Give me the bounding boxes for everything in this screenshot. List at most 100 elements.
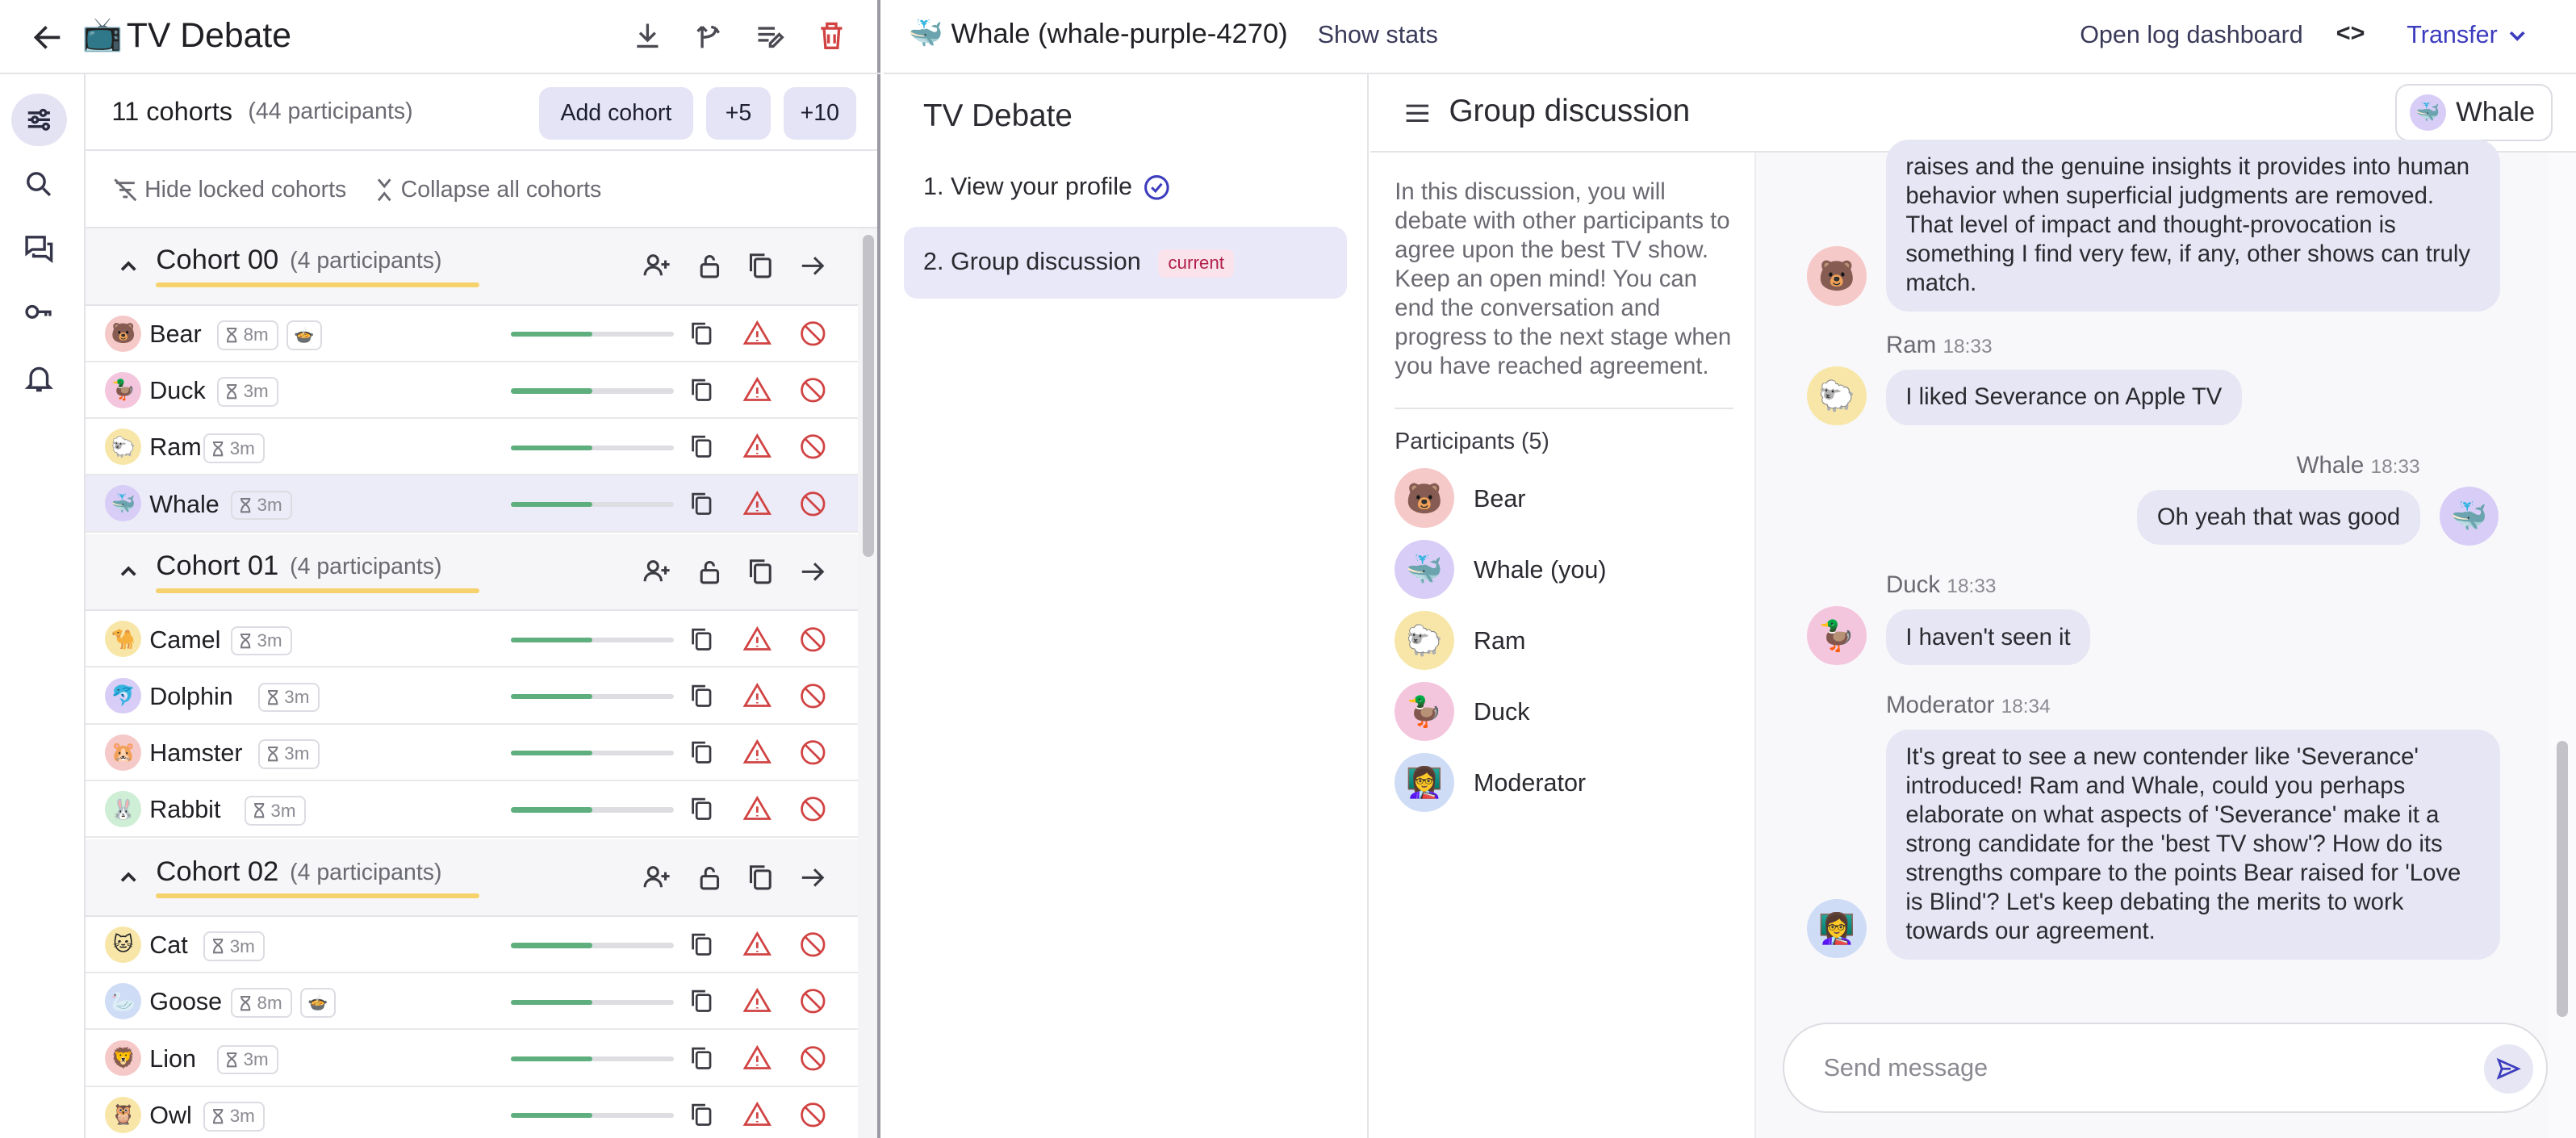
add-participant-icon[interactable] <box>641 249 674 282</box>
warning-icon[interactable] <box>742 681 772 711</box>
ban-icon[interactable] <box>798 489 828 519</box>
chevron-up-icon[interactable] <box>119 562 138 581</box>
ban-icon[interactable] <box>798 319 828 349</box>
participant-row[interactable]: 🐳 Whale 3m <box>85 475 858 533</box>
participant-row[interactable]: 🦉 Owl 3m <box>85 1086 858 1138</box>
copy-icon[interactable] <box>687 1100 717 1130</box>
settings-sliders-icon[interactable] <box>11 94 68 147</box>
code-icon[interactable]: <> <box>2336 19 2365 48</box>
copy-icon[interactable] <box>687 794 717 824</box>
bell-icon[interactable] <box>11 352 67 404</box>
copy-icon[interactable] <box>687 1044 717 1073</box>
participant-chip[interactable]: 🐳 Whale <box>2394 83 2553 142</box>
collapse-all-label: Collapse all cohorts <box>400 176 602 203</box>
copy-icon[interactable] <box>687 432 717 462</box>
copy-icon[interactable] <box>687 738 717 768</box>
arrow-right-icon[interactable] <box>797 249 830 282</box>
participant-row[interactable]: 🦆 Duck 3m <box>85 362 858 420</box>
warning-icon[interactable] <box>742 625 772 655</box>
participant-row[interactable]: 🐬 Dolphin 3m <box>85 667 858 725</box>
participant-avatar: 🐱 <box>105 927 142 963</box>
ban-icon[interactable] <box>798 1044 828 1073</box>
back-arrow-icon[interactable] <box>30 19 66 56</box>
nav-item-profile[interactable]: 1. View your profile <box>904 151 1348 224</box>
copy-icon[interactable] <box>744 861 777 894</box>
cohort-scrollbar[interactable] <box>857 228 878 1138</box>
ban-icon[interactable] <box>798 432 828 462</box>
copy-icon[interactable] <box>687 319 717 349</box>
add-participant-icon[interactable] <box>641 861 674 894</box>
cohort-progress-underline <box>156 282 480 288</box>
cohort-header[interactable]: Cohort 01 (4 participants) <box>85 533 858 612</box>
add-10-button[interactable]: +10 <box>784 86 856 140</box>
add-participant-icon[interactable] <box>641 555 674 588</box>
arrow-right-icon[interactable] <box>797 555 830 588</box>
add-5-button[interactable]: +5 <box>706 86 771 140</box>
message-input[interactable]: Send message <box>1782 1023 2549 1114</box>
warning-icon[interactable] <box>742 986 772 1016</box>
hide-locked-toggle[interactable]: Hide locked cohorts <box>111 176 346 204</box>
copy-icon[interactable] <box>744 555 777 588</box>
warning-icon[interactable] <box>742 432 772 462</box>
copy-icon[interactable] <box>687 489 717 519</box>
delete-icon[interactable] <box>813 18 850 54</box>
lock-icon[interactable] <box>693 555 726 588</box>
lock-icon[interactable] <box>693 249 726 282</box>
ban-icon[interactable] <box>798 375 828 405</box>
warning-icon[interactable] <box>742 930 772 960</box>
ban-icon[interactable] <box>798 681 828 711</box>
warning-icon[interactable] <box>742 1044 772 1073</box>
cohort-header[interactable]: Cohort 00 (4 participants) <box>85 228 858 306</box>
warning-icon[interactable] <box>742 794 772 824</box>
participant-row[interactable]: 🐰 Rabbit 3m <box>85 780 858 839</box>
menu-icon[interactable] <box>1403 98 1432 128</box>
arrow-right-icon[interactable] <box>797 861 830 894</box>
scrollbar-thumb[interactable] <box>2556 741 2568 1018</box>
warning-icon[interactable] <box>742 489 772 519</box>
participant-row[interactable]: 🐱 Cat 3m <box>85 916 858 974</box>
ban-icon[interactable] <box>798 794 828 824</box>
participant-name: Lion <box>149 1044 196 1073</box>
copy-icon[interactable] <box>744 249 777 282</box>
participant-row[interactable]: 🐻 Bear 8m 🍲 <box>85 305 858 362</box>
scrollbar-thumb[interactable] <box>862 235 874 558</box>
lock-icon[interactable] <box>693 861 726 894</box>
show-stats-button[interactable]: Show stats <box>1318 21 1438 49</box>
ban-icon[interactable] <box>798 738 828 768</box>
cohort-header[interactable]: Cohort 02 (4 participants) <box>85 839 858 917</box>
copy-icon[interactable] <box>687 375 717 405</box>
fork-icon[interactable] <box>692 18 728 54</box>
chevron-up-icon[interactable] <box>119 257 138 276</box>
warning-icon[interactable] <box>742 319 772 349</box>
copy-icon[interactable] <box>687 986 717 1016</box>
chat-icon[interactable] <box>11 222 67 274</box>
open-log-dashboard-link[interactable]: Open log dashboard <box>2080 21 2303 49</box>
collapse-all-toggle[interactable]: Collapse all cohorts <box>373 176 601 204</box>
participant-row[interactable]: 🐑 Ram 3m <box>85 419 858 476</box>
participant-row[interactable]: 🦁 Lion 3m <box>85 1030 858 1087</box>
chevron-up-icon[interactable] <box>119 868 138 887</box>
chat-scrollbar[interactable] <box>2548 153 2576 1138</box>
ban-icon[interactable] <box>798 625 828 655</box>
download-icon[interactable] <box>629 18 666 54</box>
add-cohort-button[interactable]: Add cohort <box>538 86 694 140</box>
warning-icon[interactable] <box>742 1100 772 1130</box>
participant-header: 🐳 Whale (whale-purple-4270) Show stats O… <box>884 0 2576 74</box>
copy-icon[interactable] <box>687 625 717 655</box>
participant-row[interactable]: 🐹 Hamster 3m <box>85 724 858 781</box>
warning-icon[interactable] <box>742 738 772 768</box>
ban-icon[interactable] <box>798 930 828 960</box>
search-icon[interactable] <box>11 157 67 210</box>
ban-icon[interactable] <box>798 986 828 1016</box>
copy-icon[interactable] <box>687 930 717 960</box>
transfer-dropdown[interactable]: Transfer <box>2407 21 2527 49</box>
key-icon[interactable] <box>11 286 67 338</box>
nav-item-group-discussion[interactable]: 2. Group discussion current <box>903 226 1348 299</box>
send-button[interactable] <box>2484 1044 2534 1094</box>
participant-row[interactable]: 🦢 Goose 8m 🍲 <box>85 973 858 1031</box>
edit-list-icon[interactable] <box>752 18 788 54</box>
warning-icon[interactable] <box>742 375 772 405</box>
ban-icon[interactable] <box>798 1100 828 1130</box>
participant-row[interactable]: 🐪 Camel 3m <box>85 611 858 668</box>
copy-icon[interactable] <box>687 681 717 711</box>
